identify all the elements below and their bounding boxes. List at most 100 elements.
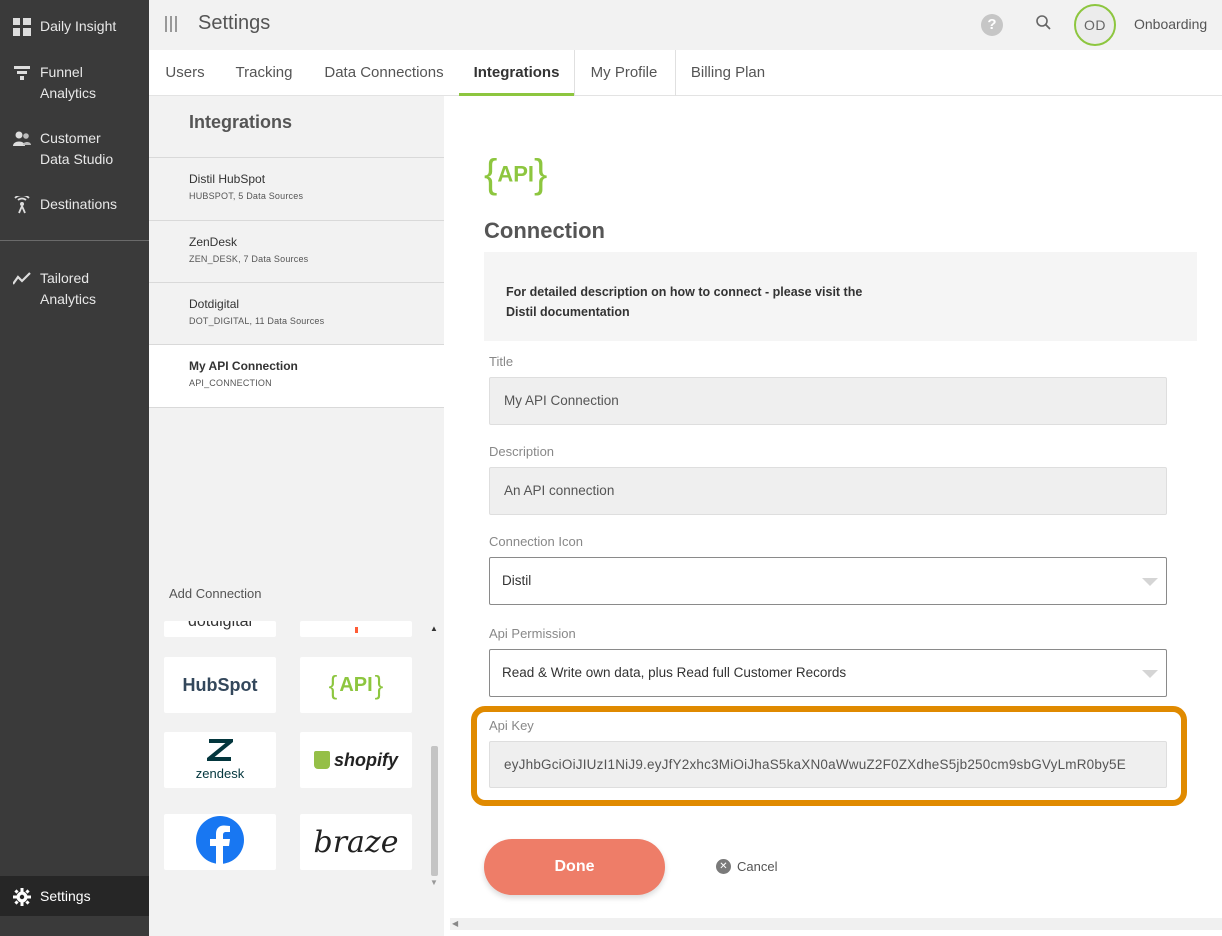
tab-tracking[interactable]: Tracking: [235, 50, 293, 96]
connection-subtitle: HUBSPOT, 5 Data Sources: [189, 191, 304, 201]
title-field[interactable]: My API Connection: [489, 377, 1167, 425]
api-permission-select[interactable]: Read & Write own data, plus Read full Cu…: [489, 649, 1167, 697]
nav-label: Destinations: [40, 196, 118, 212]
connection-subtitle: DOT_DIGITAL, 11 Data Sources: [189, 316, 325, 326]
connection-subtitle: API_CONNECTION: [189, 378, 272, 388]
done-button[interactable]: Done: [484, 839, 665, 895]
logo-card-partial[interactable]: [300, 621, 412, 637]
tab-data-connections[interactable]: Data Connections: [324, 50, 444, 96]
description-field[interactable]: An API connection: [489, 467, 1167, 515]
api-key-field[interactable]: eyJhbGciOiJIUzI1NiJ9.eyJfY2xhc3MiOiJhaS5…: [489, 741, 1167, 788]
api-key-label: Api Key: [489, 718, 534, 733]
nav-label: Settings: [40, 887, 91, 904]
connection-icon-select[interactable]: Distil: [489, 557, 1167, 605]
cancel-label: Cancel: [737, 859, 778, 874]
braze-logo: braze: [313, 824, 399, 860]
nav-label-line2: Data Studio: [40, 151, 114, 167]
settings-tabs: Users Tracking Data Connections Integrat…: [149, 50, 1222, 96]
shopify-logo-card[interactable]: shopify: [300, 732, 412, 788]
add-connection-label: Add Connection: [169, 586, 262, 601]
documentation-link[interactable]: For detailed description on how to conne…: [506, 282, 886, 322]
search-icon[interactable]: [1035, 14, 1055, 34]
tab-billing-plan[interactable]: Billing Plan: [689, 50, 767, 96]
connection-name: Dotdigital: [189, 297, 240, 311]
user-name[interactable]: Onboarding: [1134, 16, 1207, 32]
nav-item-destinations[interactable]: Destinations: [0, 194, 149, 215]
tab-users[interactable]: Users: [165, 50, 205, 96]
left-brace-icon: {: [484, 152, 498, 196]
nav-label-line1: Tailored: [40, 270, 90, 286]
tab-separator: [675, 50, 676, 96]
zendesk-logo-text: zendesk: [195, 766, 245, 781]
api-logo-card[interactable]: { API }: [300, 657, 412, 713]
tab-separator: [574, 50, 575, 96]
shopify-logo-text: shopify: [333, 749, 398, 770]
left-navigation: Daily Insight Funnel Analytics Customer Da…: [0, 0, 149, 936]
integrations-title: Integrations: [189, 112, 293, 132]
nav-item-funnel-analytics[interactable]: Funnel Analytics: [0, 62, 149, 104]
braze-logo-card[interactable]: braze: [300, 814, 412, 870]
grid-icon: [12, 17, 32, 37]
connection-name: ZenDesk: [189, 235, 238, 249]
menu-toggle-icon[interactable]: [165, 16, 179, 34]
horizontal-scrollbar[interactable]: [450, 918, 1222, 930]
nav-item-daily-insight[interactable]: Daily Insight: [0, 16, 149, 37]
gear-icon: [12, 887, 32, 907]
scroll-left-arrow-icon[interactable]: ◀: [452, 919, 458, 928]
connection-detail-panel: {API} Connection For detailed descriptio…: [444, 96, 1222, 936]
close-icon: ✕: [716, 859, 731, 874]
right-brace-icon: }: [374, 669, 384, 700]
chevron-down-icon: [1142, 578, 1158, 586]
api-permission-label: Api Permission: [489, 626, 576, 641]
hubspot-logo: HubSpot: [182, 674, 258, 695]
avatar[interactable]: OD: [1074, 4, 1116, 46]
top-bar: Settings ? OD Onboarding: [149, 0, 1222, 50]
tab-integrations[interactable]: Integrations: [459, 50, 574, 96]
users-icon: [12, 129, 32, 149]
zendesk-mark-icon: [203, 739, 237, 766]
connection-subtitle: ZEN_DESK, 7 Data Sources: [189, 254, 309, 264]
facebook-logo-card[interactable]: [164, 814, 276, 870]
nav-label-line1: Customer: [40, 130, 101, 146]
title-label: Title: [489, 354, 514, 369]
broadcast-icon: [12, 195, 32, 215]
nav-item-tailored-analytics[interactable]: Tailored Analytics: [0, 268, 149, 310]
list-item[interactable]: Distil HubSpot HUBSPOT, 5 Data Sources: [149, 157, 444, 219]
hubspot-logo-card[interactable]: HubSpot: [164, 657, 276, 713]
cancel-button[interactable]: ✕ Cancel: [716, 859, 777, 874]
tab-my-profile[interactable]: My Profile: [589, 50, 659, 96]
list-item[interactable]: Dotdigital DOT_DIGITAL, 11 Data Sources: [149, 282, 444, 344]
nav-label-line2: Analytics: [40, 291, 97, 307]
nav-label: Daily Insight: [40, 18, 117, 34]
nav-divider: [0, 240, 149, 241]
scrollbar-thumb[interactable]: [431, 746, 438, 876]
list-item[interactable]: ZenDesk ZEN_DESK, 7 Data Sources: [149, 220, 444, 282]
nav-item-customer-data-studio[interactable]: Customer Data Studio: [0, 128, 149, 170]
help-icon[interactable]: ?: [981, 14, 1003, 36]
funnel-icon: [12, 63, 32, 83]
zendesk-logo-card[interactable]: zendesk: [164, 732, 276, 788]
left-brace-icon: {: [328, 669, 338, 700]
scroll-up-arrow-icon[interactable]: ▲: [430, 624, 438, 633]
facebook-icon: [196, 815, 244, 869]
connection-icon-label: Connection Icon: [489, 534, 583, 549]
api-logo-text: API: [339, 673, 373, 696]
nav-label-line2: Analytics: [40, 85, 97, 101]
connection-name: Distil HubSpot: [189, 172, 266, 186]
scroll-down-arrow-icon[interactable]: ▼: [430, 878, 438, 887]
integrations-list-panel: Integrations Distil HubSpot HUBSPOT, 5 D…: [149, 96, 444, 936]
page-title: Settings: [198, 12, 271, 34]
dotdigital-logo-card[interactable]: dotdigital: [164, 621, 276, 637]
nav-item-settings[interactable]: Settings: [0, 876, 149, 916]
shopify-bag-icon: [313, 751, 330, 769]
select-value: Distil: [502, 573, 532, 588]
info-box: For detailed description on how to conne…: [484, 252, 1197, 341]
partial-logo-mark: [354, 627, 358, 633]
trend-icon: [12, 269, 32, 289]
detail-title: Connection: [484, 218, 605, 243]
right-brace-icon: }: [534, 152, 548, 196]
chevron-down-icon: [1142, 670, 1158, 678]
list-item-selected[interactable]: My API Connection API_CONNECTION: [149, 344, 444, 408]
api-logo-text: API: [497, 161, 535, 187]
nav-label-line1: Funnel: [40, 64, 83, 80]
